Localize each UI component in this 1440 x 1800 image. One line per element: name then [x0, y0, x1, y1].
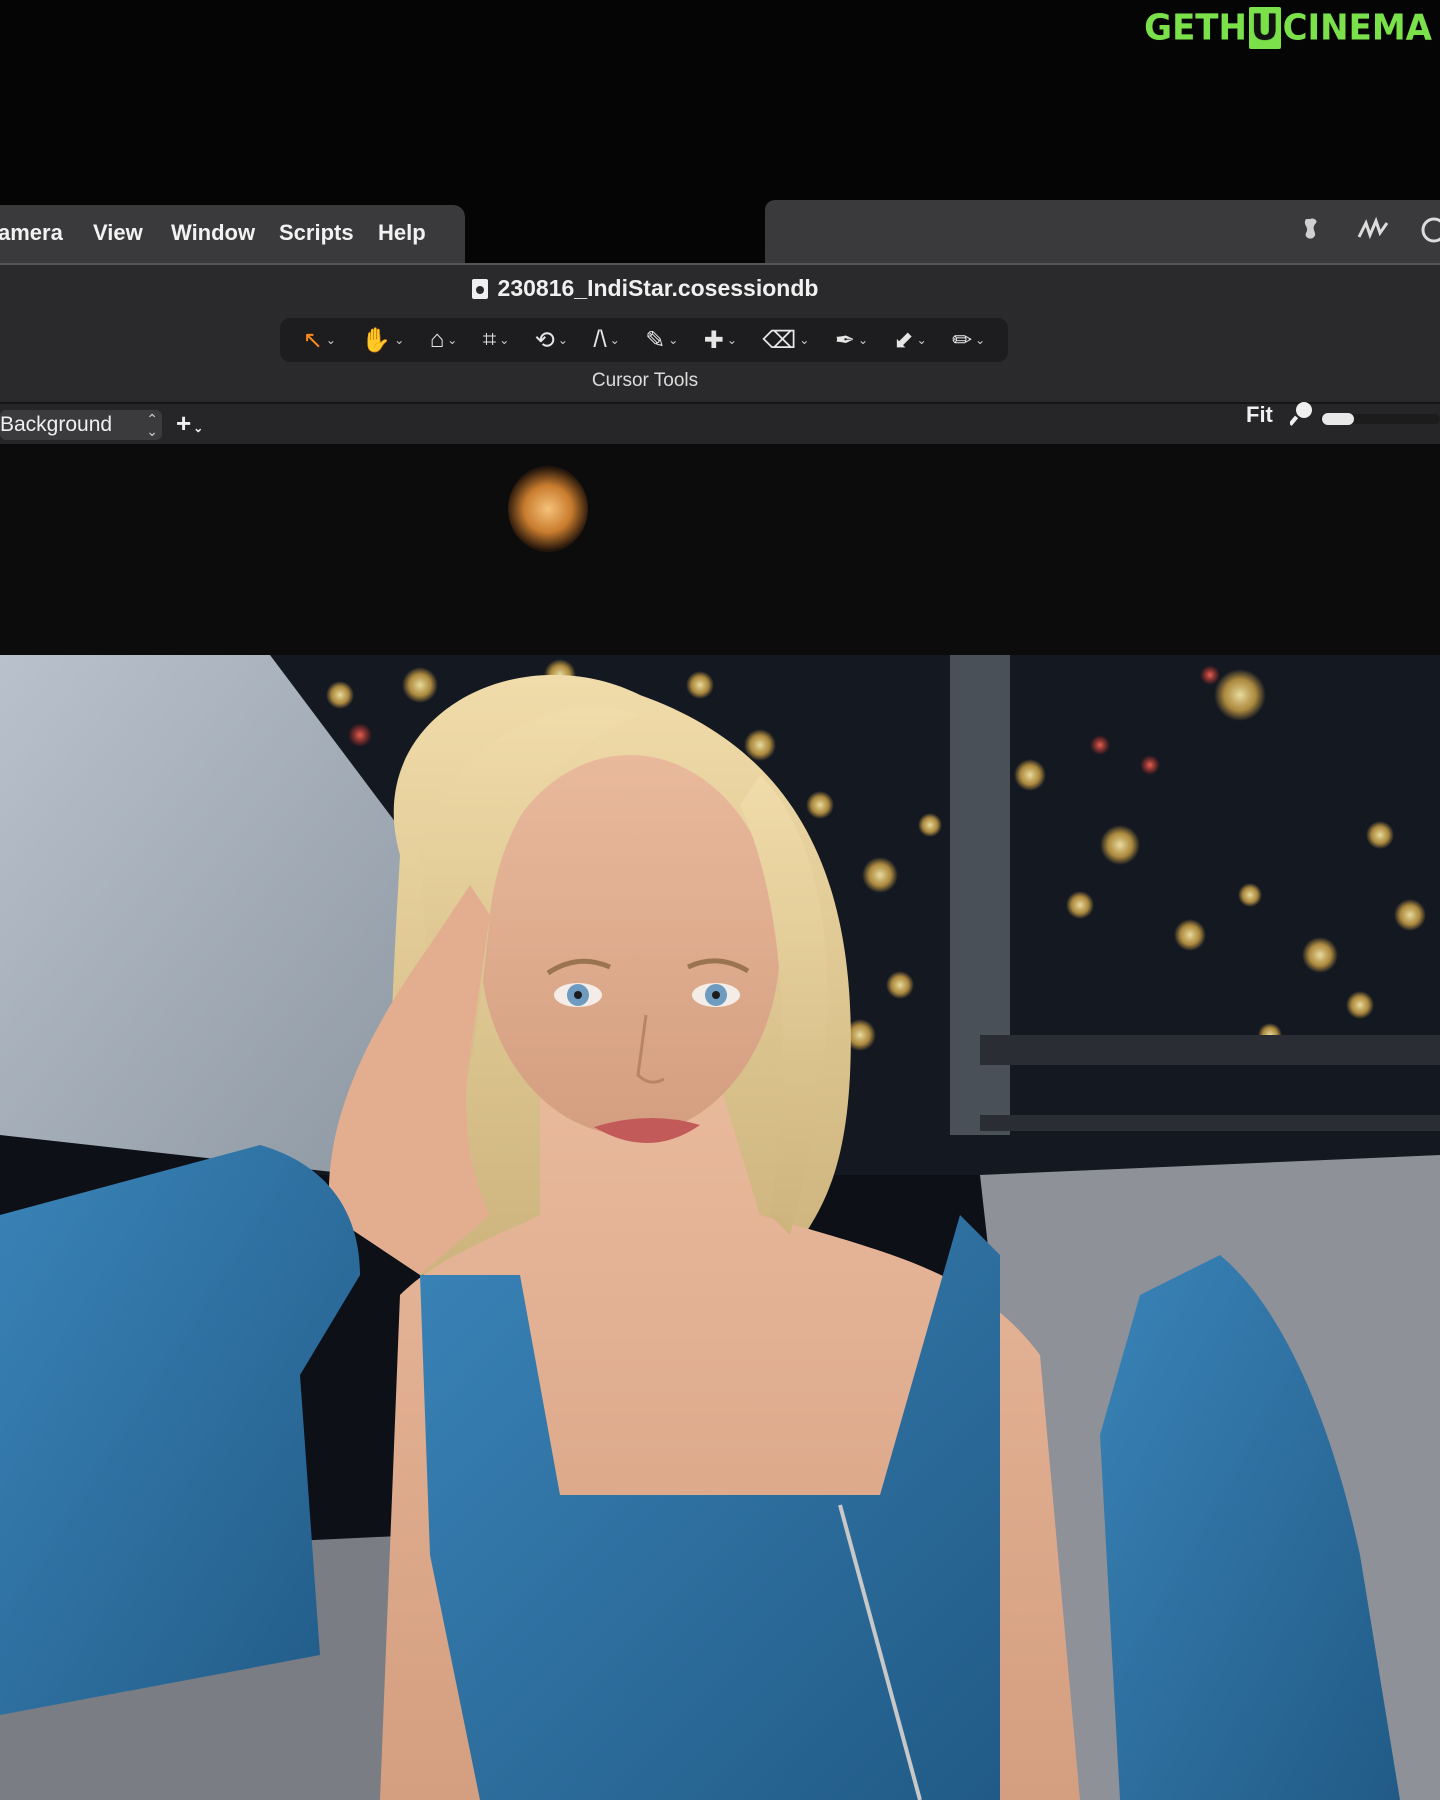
status-app-icon[interactable]: [1300, 215, 1326, 252]
annotate-tool-icon[interactable]: ✏ ⌄: [952, 326, 985, 355]
draw-mask-tool-icon[interactable]: ✎ ⌄: [645, 326, 678, 355]
chevron-down-icon: ⌄: [193, 421, 204, 435]
zoom-slider-knob[interactable]: [1322, 413, 1354, 425]
pan-tool-icon[interactable]: ✋ ⌄: [361, 326, 404, 355]
keystone-tool-icon[interactable]: /\ ⌄: [593, 326, 619, 354]
status-scribble-icon[interactable]: [1356, 215, 1390, 252]
menu-bar-right: [765, 200, 1440, 263]
fill-mask-tool-icon[interactable]: ⬋ ⌄: [893, 326, 926, 355]
crop-tool-icon[interactable]: ⌗ ⌄: [483, 326, 510, 354]
rotate-tool-icon[interactable]: ⟲ ⌄: [535, 326, 568, 355]
updown-chevron-icon: ⌃ ⌄: [146, 411, 158, 439]
cursor-tools-label: Cursor Tools: [591, 370, 699, 391]
menu-window[interactable]: Window: [171, 220, 255, 246]
camera-notch: [465, 190, 765, 258]
document-title: 230816_IndiStar.cosessiondb: [0, 275, 1290, 302]
reflection-light: [508, 466, 588, 552]
watermark-logo: GETH U CINEMA: [1144, 7, 1432, 49]
status-cloud-icon[interactable]: [1420, 215, 1440, 252]
loupe-tool-icon[interactable]: ⌂ ⌄: [430, 326, 458, 354]
document-icon: [471, 279, 488, 299]
viewer-bar: [0, 404, 1440, 444]
select-tool-icon[interactable]: ↖ ⌄: [303, 326, 336, 355]
add-layer-button[interactable]: + ⌄: [176, 408, 203, 439]
menu-scripts[interactable]: Scripts: [279, 220, 354, 246]
layer-select-value: Background: [0, 413, 113, 436]
menu-view[interactable]: View: [93, 220, 143, 246]
picker-tool-icon[interactable]: ✒ ⌄: [835, 326, 868, 355]
menu-help[interactable]: Help: [378, 220, 426, 246]
zoom-fit-button[interactable]: Fit: [1246, 402, 1273, 428]
photo-canvas[interactable]: [0, 655, 1440, 1800]
viewer-background: [0, 444, 1440, 659]
zoom-icon[interactable]: [1288, 400, 1314, 433]
cursor-tools-group: ↖ ⌄ ✋ ⌄ ⌂ ⌄ ⌗ ⌄ ⟲ ⌄ /\ ⌄ ✎ ⌄ ✚ ⌄ ⌫ ⌄ ✒ ⌄ ⬋ ⌄ ✏ ⌄: [280, 318, 1008, 362]
layer-select[interactable]: Background ⌃ ⌄: [0, 410, 162, 440]
heal-tool-icon[interactable]: ✚ ⌄: [704, 326, 737, 355]
erase-mask-tool-icon[interactable]: ⌫ ⌄: [762, 326, 809, 355]
menu-camera[interactable]: amera: [0, 220, 63, 246]
